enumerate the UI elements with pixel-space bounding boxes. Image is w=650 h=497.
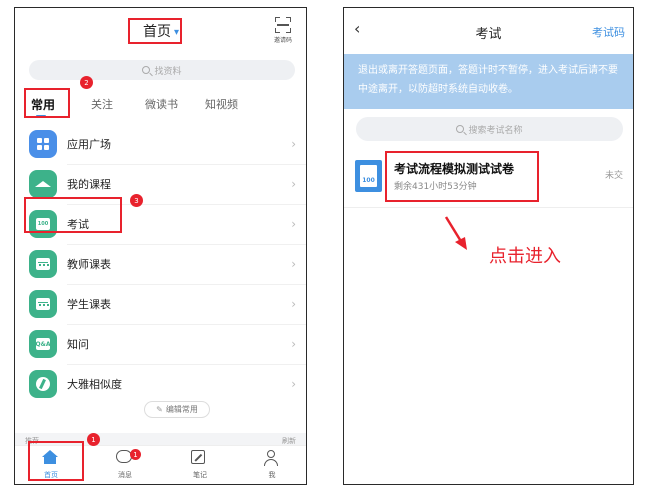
bottom-tabbar: 首页 消息 笔记 我 1 — [15, 445, 306, 484]
tabbar-me[interactable]: 我 — [252, 450, 292, 480]
chevron-right-icon: › — [291, 337, 296, 351]
home-tabs: 常用 关注 微读书 知视频 — [15, 90, 306, 118]
qa-icon: Q&A — [29, 330, 57, 358]
exam-remaining-time: 剩余431小时53分钟 — [394, 182, 477, 192]
refresh-label[interactable]: 刷新 — [282, 436, 296, 445]
calendar-icon — [29, 290, 57, 318]
search-icon — [456, 125, 465, 133]
graduation-cap-icon — [29, 170, 57, 198]
tabbar-label: 消息 — [118, 471, 132, 479]
recommend-strip: 推荐 刷新 — [15, 433, 306, 445]
chevron-down-icon: ▾ — [173, 26, 180, 38]
scan-icon — [275, 17, 291, 33]
pencil-icon: ✎ — [156, 405, 163, 414]
edit-common-button[interactable]: ✎ 编辑常用 — [144, 401, 210, 418]
exam-header: ‹ 考试 考试码 — [344, 8, 633, 54]
list-item-label: 大雅相似度 — [67, 378, 122, 391]
tabbar-home[interactable]: 首页 — [31, 450, 71, 480]
list-item-student-schedule[interactable]: 学生课表 › — [15, 284, 306, 324]
list-item-label: 学生课表 — [67, 298, 111, 311]
list-item-qa[interactable]: Q&A 知问 › — [15, 324, 306, 364]
grid-icon — [29, 130, 57, 158]
home-icon — [42, 450, 60, 466]
home-title-dropdown[interactable]: 首页 ▾ — [128, 18, 194, 44]
recommend-label: 推荐 — [25, 437, 39, 445]
exam-status: 未交 — [604, 171, 623, 181]
chevron-right-icon: › — [291, 297, 296, 311]
tabbar-label: 首页 — [44, 471, 58, 479]
list-item-app-square[interactable]: 应用广场 › — [15, 124, 306, 164]
list-item-label: 知问 — [67, 338, 89, 351]
scan-label: 邀请码 — [273, 37, 292, 44]
chevron-right-icon: › — [291, 217, 296, 231]
step-badge-3: 3 — [130, 194, 143, 207]
search-placeholder: 找资料 — [154, 66, 182, 77]
scan-invite-button[interactable]: 邀请码 — [270, 17, 296, 47]
home-screen: 首页 ▾ 邀请码 找资料 常用 关注 微读书 知视频 应用广场 › 我的课程 › — [14, 7, 307, 485]
exam-title: 考试流程模拟测试试卷 — [394, 162, 515, 176]
list-item-teacher-schedule[interactable]: 教师课表 › — [15, 244, 306, 284]
message-count-badge: 1 — [130, 449, 141, 460]
home-header: 首页 ▾ 邀请码 — [15, 8, 306, 56]
chevron-right-icon: › — [291, 377, 296, 391]
leaf-icon — [29, 370, 57, 398]
list-item-label: 我的课程 — [67, 178, 111, 191]
divider — [344, 207, 633, 208]
list-item-my-courses[interactable]: 我的课程 › — [15, 164, 306, 204]
search-input[interactable]: 找资料 — [29, 60, 295, 80]
chevron-right-icon: › — [291, 257, 296, 271]
exam-paper-icon: 100 — [29, 210, 57, 238]
calendar-icon — [29, 250, 57, 278]
list-item-label: 教师课表 — [67, 258, 111, 271]
user-icon — [263, 450, 281, 466]
exam-paper-icon: 100 — [355, 160, 382, 192]
list-item-label: 应用广场 — [67, 138, 111, 151]
exam-list-item[interactable]: 100 考试流程模拟测试试卷 剩余431小时53分钟 未交 — [344, 154, 633, 208]
search-icon — [142, 66, 151, 74]
tab-knowledge-video[interactable]: 知视频 — [205, 96, 238, 112]
list-item-similarity[interactable]: 大雅相似度 › — [15, 364, 306, 404]
note-icon — [191, 450, 209, 466]
step-badge-1: 1 — [87, 433, 100, 446]
click-to-enter-hint: 点击进入 — [489, 246, 561, 267]
exam-code-button[interactable]: 考试码 — [592, 24, 625, 40]
tabbar-label: 笔记 — [193, 471, 207, 479]
page-title: 首页 — [142, 24, 171, 40]
exam-notice-banner: 退出或离开答题页面，答题计时不暂停，进入考试后请不要中途离开，以防超时系统自动收… — [344, 54, 633, 109]
tabbar-label: 我 — [268, 471, 276, 479]
tabbar-notes[interactable]: 笔记 — [180, 450, 220, 480]
list-item-exam[interactable]: 100 考试 › — [15, 204, 306, 244]
tab-follow[interactable]: 关注 — [91, 96, 113, 112]
step-badge-2: 2 — [80, 76, 93, 89]
tab-active-indicator — [36, 115, 46, 117]
tab-micro-reading[interactable]: 微读书 — [145, 96, 178, 112]
page-title: 考试 — [475, 27, 502, 42]
chevron-right-icon: › — [291, 137, 296, 151]
list-item-label: 考试 — [67, 218, 89, 231]
search-placeholder: 搜索考试名称 — [468, 125, 523, 136]
annotation-arrow-icon — [444, 216, 467, 250]
exam-search-input[interactable]: 搜索考试名称 — [356, 117, 623, 141]
edit-common-label: 编辑常用 — [165, 405, 198, 414]
tab-common[interactable]: 常用 — [31, 96, 55, 113]
chevron-right-icon: › — [291, 177, 296, 191]
